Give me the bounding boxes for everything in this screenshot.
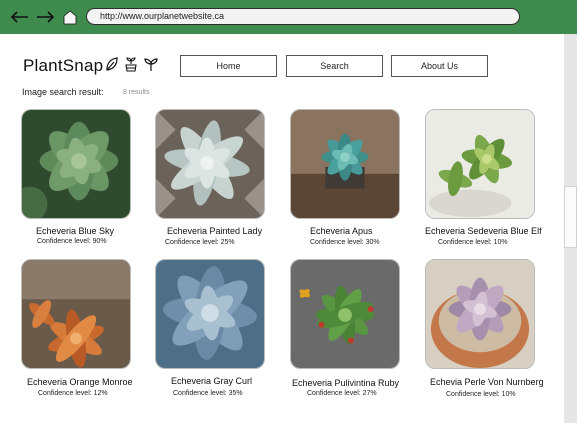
logo-icons	[105, 56, 158, 72]
result-count: 8 results	[123, 89, 150, 96]
result-name[interactable]: Echevia Perle Von Nurnberg	[430, 377, 544, 387]
sprout-icon	[143, 56, 158, 72]
result-image-painted-lady[interactable]	[155, 109, 265, 219]
result-confidence: Confidence level: 12%	[38, 390, 108, 397]
result-confidence: Confidence level: 25%	[165, 239, 235, 246]
result-name[interactable]: Echeveria Gray Curl	[171, 376, 252, 386]
home-icon[interactable]	[63, 9, 81, 25]
leaf-icon	[105, 56, 119, 72]
site-logo[interactable]: PlantSnap	[23, 56, 103, 76]
result-name[interactable]: Echeveria Orange Monroe	[27, 377, 133, 387]
result-name[interactable]: Echeveria Blue Sky	[36, 226, 114, 236]
result-confidence: Confidence level: 10%	[438, 239, 508, 246]
result-confidence: Confidence level: 35%	[173, 390, 243, 397]
result-name[interactable]: Echeveria Apus	[310, 226, 373, 236]
url-bar[interactable]: http://www.ourplanetwebsite.ca	[86, 8, 520, 25]
scrollbar-thumb[interactable]	[564, 186, 577, 248]
result-confidence: Confidence level: 90%	[37, 238, 107, 245]
result-confidence: Confidence level: 10%	[446, 391, 516, 398]
result-image-orange-monroe[interactable]	[21, 259, 131, 369]
nav-search-button[interactable]: Search	[286, 55, 383, 77]
back-arrow-icon[interactable]	[9, 9, 28, 25]
result-confidence: Confidence level: 27%	[307, 390, 377, 397]
result-name[interactable]: Echeveria Sedeveria Blue Elf	[425, 226, 542, 236]
forward-arrow-icon[interactable]	[36, 9, 55, 25]
result-image-apus[interactable]	[290, 109, 400, 219]
search-result-label: Image search result:	[22, 87, 104, 97]
result-name[interactable]: Echeveria Painted Lady	[167, 226, 262, 236]
potted-plant-icon	[124, 56, 138, 72]
nav-home-button[interactable]: Home	[180, 55, 277, 77]
result-image-pulivintina-ruby[interactable]	[290, 259, 400, 369]
result-image-blue-elf[interactable]	[425, 109, 535, 219]
result-name[interactable]: Echeveria Pulivintina Ruby	[292, 378, 399, 388]
result-image-gray-curl[interactable]	[155, 259, 265, 369]
result-image-blue-sky[interactable]	[21, 109, 131, 219]
result-confidence: Confidence level: 30%	[310, 239, 380, 246]
result-image-perle-von-nurnberg[interactable]	[425, 259, 535, 369]
nav-about-button[interactable]: About Us	[391, 55, 488, 77]
